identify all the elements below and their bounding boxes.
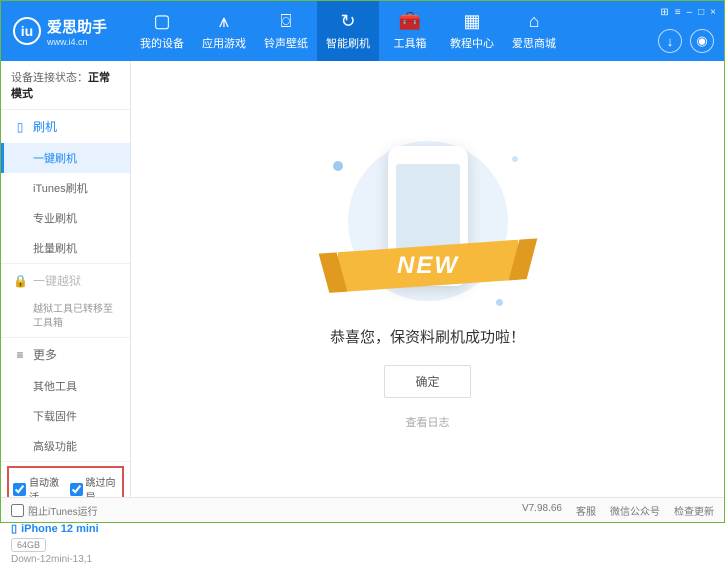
- store-icon: ⌂: [529, 11, 540, 32]
- sidebar-item-pro[interactable]: 专业刷机: [1, 203, 130, 233]
- support-link[interactable]: 客服: [576, 503, 596, 518]
- nav-label: 教程中心: [450, 35, 494, 51]
- section-jailbreak: 🔒 一键越狱: [1, 264, 130, 297]
- lock-icon: 🔒: [13, 274, 27, 288]
- section-more[interactable]: ≡ 更多: [1, 338, 130, 371]
- device-model: Down-12mini-13,1: [11, 554, 120, 565]
- device-status: 设备连接状态：正常模式: [1, 61, 130, 110]
- nav-my-device[interactable]: ▢ 我的设备: [131, 1, 193, 61]
- nav-apps[interactable]: ⩚ 应用游戏: [193, 1, 255, 61]
- app-url: www.i4.cn: [47, 37, 107, 47]
- nav-store[interactable]: ⌂ 爱思商城: [503, 1, 565, 61]
- block-itunes-checkbox[interactable]: 阻止iTunes运行: [11, 503, 98, 518]
- flash-icon: ↻: [340, 11, 355, 32]
- download-icon[interactable]: ↓: [658, 29, 682, 53]
- main-content: NEW 恭喜您，保资料刷机成功啦！ 确定 查看日志: [131, 61, 724, 499]
- main-nav: ▢ 我的设备 ⩚ 应用游戏 ⌼ 铃声壁纸 ↻ 智能刷机 🧰 工具箱 ▦ 教程中心 ⌂ 爱思商城: [131, 1, 565, 61]
- device-name: ▯iPhone 12 mini: [11, 522, 120, 535]
- sidebar: 设备连接状态：正常模式 ▯刷机 一键刷机 iTunes刷机 专业刷机 批量刷机 …: [1, 61, 131, 499]
- header-actions: ↓ ◉: [658, 29, 714, 53]
- sidebar-item-itunes[interactable]: iTunes刷机: [1, 173, 130, 203]
- nav-toolbox[interactable]: 🧰 工具箱: [379, 1, 441, 61]
- section-label: 刷机: [33, 118, 57, 135]
- logo-area: iu 爱思助手 www.i4.cn: [1, 16, 131, 47]
- ringtone-icon: ⌼: [281, 11, 292, 32]
- nav-ringtone[interactable]: ⌼ 铃声壁纸: [255, 1, 317, 61]
- nav-label: 我的设备: [140, 35, 184, 51]
- nav-flash[interactable]: ↻ 智能刷机: [317, 1, 379, 61]
- wechat-link[interactable]: 微信公众号: [610, 503, 660, 518]
- checkbox-label: 阻止iTunes运行: [28, 503, 98, 518]
- sidebar-item-other[interactable]: 其他工具: [1, 371, 130, 401]
- sidebar-item-batch[interactable]: 批量刷机: [1, 233, 130, 263]
- phone-icon: ▯: [13, 120, 27, 134]
- maximize-icon[interactable]: □: [698, 7, 704, 18]
- toolbox-icon: 🧰: [399, 11, 421, 32]
- nav-tutorial[interactable]: ▦ 教程中心: [441, 1, 503, 61]
- logo-icon: iu: [13, 17, 41, 45]
- more-icon: ≡: [13, 348, 27, 362]
- section-label: 一键越狱: [33, 272, 81, 289]
- status-label: 设备连接状态：: [11, 72, 88, 84]
- nav-label: 应用游戏: [202, 35, 246, 51]
- minimize-icon[interactable]: –: [687, 7, 693, 18]
- nav-label: 爱思商城: [512, 35, 556, 51]
- ok-button[interactable]: 确定: [384, 365, 470, 398]
- grid-icon[interactable]: ⊞: [660, 7, 668, 18]
- success-illustration: NEW: [328, 131, 528, 311]
- success-message: 恭喜您，保资料刷机成功啦！: [330, 326, 525, 347]
- user-icon[interactable]: ◉: [690, 29, 714, 53]
- nav-label: 智能刷机: [326, 35, 370, 51]
- device-info[interactable]: ▯iPhone 12 mini 64GB Down-12mini-13,1: [1, 516, 130, 571]
- storage-badge: 64GB: [11, 538, 46, 552]
- sidebar-item-oneclick[interactable]: 一键刷机: [1, 143, 130, 173]
- phone-icon: ▯: [11, 522, 17, 535]
- nav-label: 铃声壁纸: [264, 35, 308, 51]
- nav-label: 工具箱: [394, 35, 427, 51]
- footer: 阻止iTunes运行 V7.98.66 客服 微信公众号 检查更新: [1, 497, 724, 522]
- device-icon: ▢: [153, 11, 170, 32]
- list-icon[interactable]: ≡: [675, 7, 681, 18]
- sidebar-item-advanced[interactable]: 高级功能: [1, 431, 130, 461]
- new-ribbon: NEW: [397, 252, 459, 280]
- section-label: 更多: [33, 346, 57, 363]
- app-header: iu 爱思助手 www.i4.cn ▢ 我的设备 ⩚ 应用游戏 ⌼ 铃声壁纸 ↻ 智能刷…: [1, 1, 724, 61]
- section-flash[interactable]: ▯ 刷机: [1, 110, 130, 143]
- sidebar-item-download[interactable]: 下载固件: [1, 401, 130, 431]
- update-link[interactable]: 检查更新: [674, 503, 714, 518]
- window-controls: ⊞ ≡ – □ ×: [660, 7, 716, 18]
- close-icon[interactable]: ×: [710, 7, 716, 18]
- version-label: V7.98.66: [522, 503, 562, 518]
- tutorial-icon: ▦: [463, 11, 480, 32]
- jailbreak-note: 越狱工具已转移至工具箱: [1, 297, 130, 337]
- app-name: 爱思助手: [47, 16, 107, 37]
- apps-icon: ⩚: [219, 11, 229, 32]
- view-log-link[interactable]: 查看日志: [406, 414, 450, 430]
